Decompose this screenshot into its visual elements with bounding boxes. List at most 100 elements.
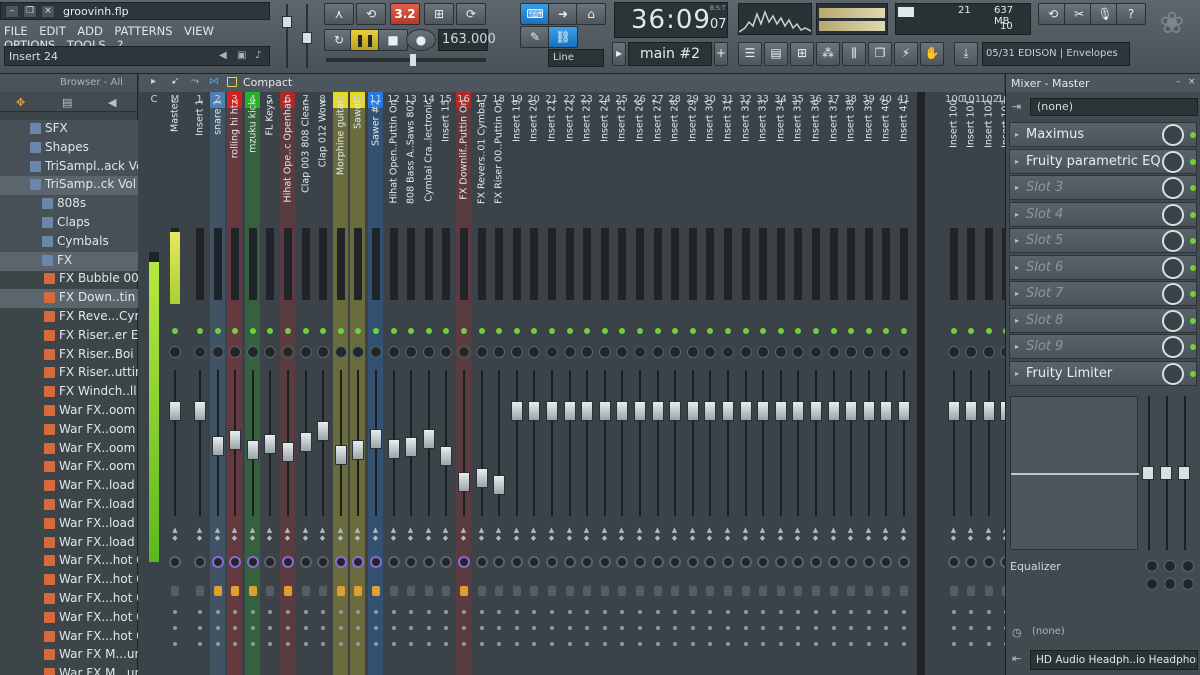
minimize-button[interactable]: – [5, 5, 19, 18]
swap-arrows-icon[interactable]: ▲◆ [617, 526, 627, 544]
track-enable-led[interactable] [249, 328, 256, 334]
volume-fader[interactable] [422, 428, 435, 449]
track-name[interactable]: Hihat Open..Puttin On [388, 100, 399, 220]
pan-knob[interactable] [827, 346, 840, 358]
insert-strip[interactable]: 102 Insert 102 ▲ ◆ [980, 92, 999, 675]
route-dot[interactable] [338, 626, 343, 630]
pan-knob[interactable] [169, 346, 181, 358]
stereo-separation-knob[interactable] [351, 556, 364, 568]
record-arm-icon[interactable] [811, 586, 820, 596]
track-enable-led[interactable] [372, 328, 379, 334]
track-enable-led[interactable] [284, 328, 291, 334]
track-name[interactable]: Sawer [352, 100, 363, 220]
route-dot[interactable] [215, 642, 220, 646]
audio-output-select[interactable]: HD Audio Headph..io Headphone 2 [1030, 650, 1198, 670]
pan-knob[interactable] [281, 346, 294, 358]
pan-knob[interactable] [492, 346, 505, 358]
lock-icon[interactable]: ▣ [237, 50, 249, 62]
volume-fader[interactable] [246, 440, 259, 461]
route-dot[interactable] [197, 642, 202, 646]
record-arm-icon[interactable] [846, 586, 855, 596]
route-dot[interactable] [173, 610, 177, 614]
stereo-separation-knob[interactable] [281, 556, 294, 568]
audio-input-select[interactable]: (none) [1030, 98, 1198, 116]
master-volume-slider[interactable] [282, 4, 292, 68]
route-dot[interactable] [355, 610, 360, 614]
browser-item[interactable]: FX Windch..ll Tree [0, 383, 138, 402]
volume-fader[interactable] [651, 400, 664, 421]
browser-item[interactable]: TriSamp..ck Vol 2 [0, 176, 138, 196]
insert-strip[interactable]: 16 FX Downlif..Puttin On ▲ ◆ [455, 92, 472, 675]
track-enable-led[interactable] [442, 328, 449, 334]
swap-arrows-icon[interactable]: ▲◆ [758, 526, 768, 544]
track-name[interactable]: Insert 32 [740, 100, 751, 220]
stereo-separation-knob[interactable] [774, 556, 787, 568]
slot-enable-led[interactable] [1190, 344, 1196, 350]
track-name[interactable]: Insert 41 [898, 100, 909, 220]
pan-knob[interactable] [193, 346, 206, 358]
pan-knob[interactable] [964, 346, 977, 358]
stereo-separation-knob[interactable] [598, 556, 611, 568]
route-dot[interactable] [743, 610, 748, 614]
menu-edit[interactable]: EDIT [39, 24, 66, 38]
route-dot[interactable] [514, 626, 519, 630]
stereo-separation-knob[interactable] [964, 556, 977, 568]
record-arm-icon[interactable] [195, 586, 204, 596]
route-dot[interactable] [813, 626, 818, 630]
route-dot[interactable] [443, 626, 448, 630]
mixer-menu-arrow-icon[interactable]: ▸ [151, 76, 156, 87]
track-name[interactable]: Insert 36 [810, 100, 821, 220]
volume-fader[interactable] [580, 400, 593, 421]
route-dot[interactable] [496, 610, 501, 614]
record-arm-icon[interactable] [171, 586, 179, 596]
swap-arrows-icon[interactable]: ▲◆ [949, 526, 959, 544]
pan-knob[interactable] [545, 346, 558, 358]
menu-view[interactable]: VIEW [184, 24, 214, 38]
pan-knob[interactable] [651, 346, 664, 358]
route-dot[interactable] [637, 642, 642, 646]
eq-knob-3[interactable] [1182, 560, 1194, 572]
volume-fader[interactable] [947, 400, 960, 421]
swap-arrows-icon[interactable]: ▲◆ [512, 526, 522, 544]
route-dot[interactable] [531, 610, 536, 614]
track-enable-led[interactable] [759, 328, 766, 334]
stereo-separation-knob[interactable] [439, 556, 452, 568]
output-plug-icon[interactable]: ⇤ [1012, 652, 1021, 665]
route-dot[interactable] [232, 642, 237, 646]
track-enable-led[interactable] [967, 328, 974, 334]
effect-slot[interactable]: ▸ Slot 7 [1009, 281, 1197, 306]
route-dot[interactable] [778, 610, 783, 614]
route-dot[interactable] [426, 642, 431, 646]
route-dot[interactable] [373, 626, 378, 630]
route-dot[interactable] [250, 610, 255, 614]
route-dot[interactable] [461, 610, 466, 614]
pattern-prev-button[interactable]: ▸ [612, 42, 626, 66]
track-enable-led[interactable] [636, 328, 643, 334]
swap-arrows-icon[interactable]: ▲◆ [230, 526, 240, 544]
effect-slot[interactable]: ▸ Slot 9 [1009, 334, 1197, 359]
insert-strip[interactable]: 37 Insert 37 ▲ ◆ [825, 92, 842, 675]
route-dot[interactable] [725, 610, 730, 614]
track-name[interactable]: Insert 31 [722, 100, 733, 220]
mixer-view-label[interactable]: Compact [243, 76, 292, 89]
volume-fader[interactable] [369, 428, 382, 449]
track-name[interactable]: Insert 1 [194, 100, 205, 220]
swap-arrows-icon[interactable]: ▲◆ [301, 526, 311, 544]
swap-arrows-icon[interactable]: ▲◆ [582, 526, 592, 544]
route-dot[interactable] [968, 626, 973, 630]
volume-fader[interactable] [545, 400, 558, 421]
route-dot[interactable] [883, 642, 888, 646]
route-dot[interactable] [831, 610, 836, 614]
route-dot[interactable] [951, 642, 956, 646]
volume-fader[interactable] [703, 400, 716, 421]
track-enable-led[interactable] [196, 328, 203, 334]
browser-item[interactable]: War FX...hot 001 [0, 552, 138, 571]
slot-menu-arrow-icon[interactable]: ▸ [1015, 210, 1019, 219]
route-dot[interactable] [197, 626, 202, 630]
browser-item[interactable]: War FX...hot 005 [0, 628, 138, 647]
insert-strip[interactable]: 22 Insert 22 ▲ ◆ [561, 92, 578, 675]
route-dot[interactable] [813, 642, 818, 646]
route-dot[interactable] [173, 626, 177, 630]
insert-strip[interactable]: 6 Hihat Ope..c Openhat ▲ ◆ [279, 92, 296, 675]
track-name[interactable]: FX Revers..01 Cymbal [476, 100, 487, 220]
